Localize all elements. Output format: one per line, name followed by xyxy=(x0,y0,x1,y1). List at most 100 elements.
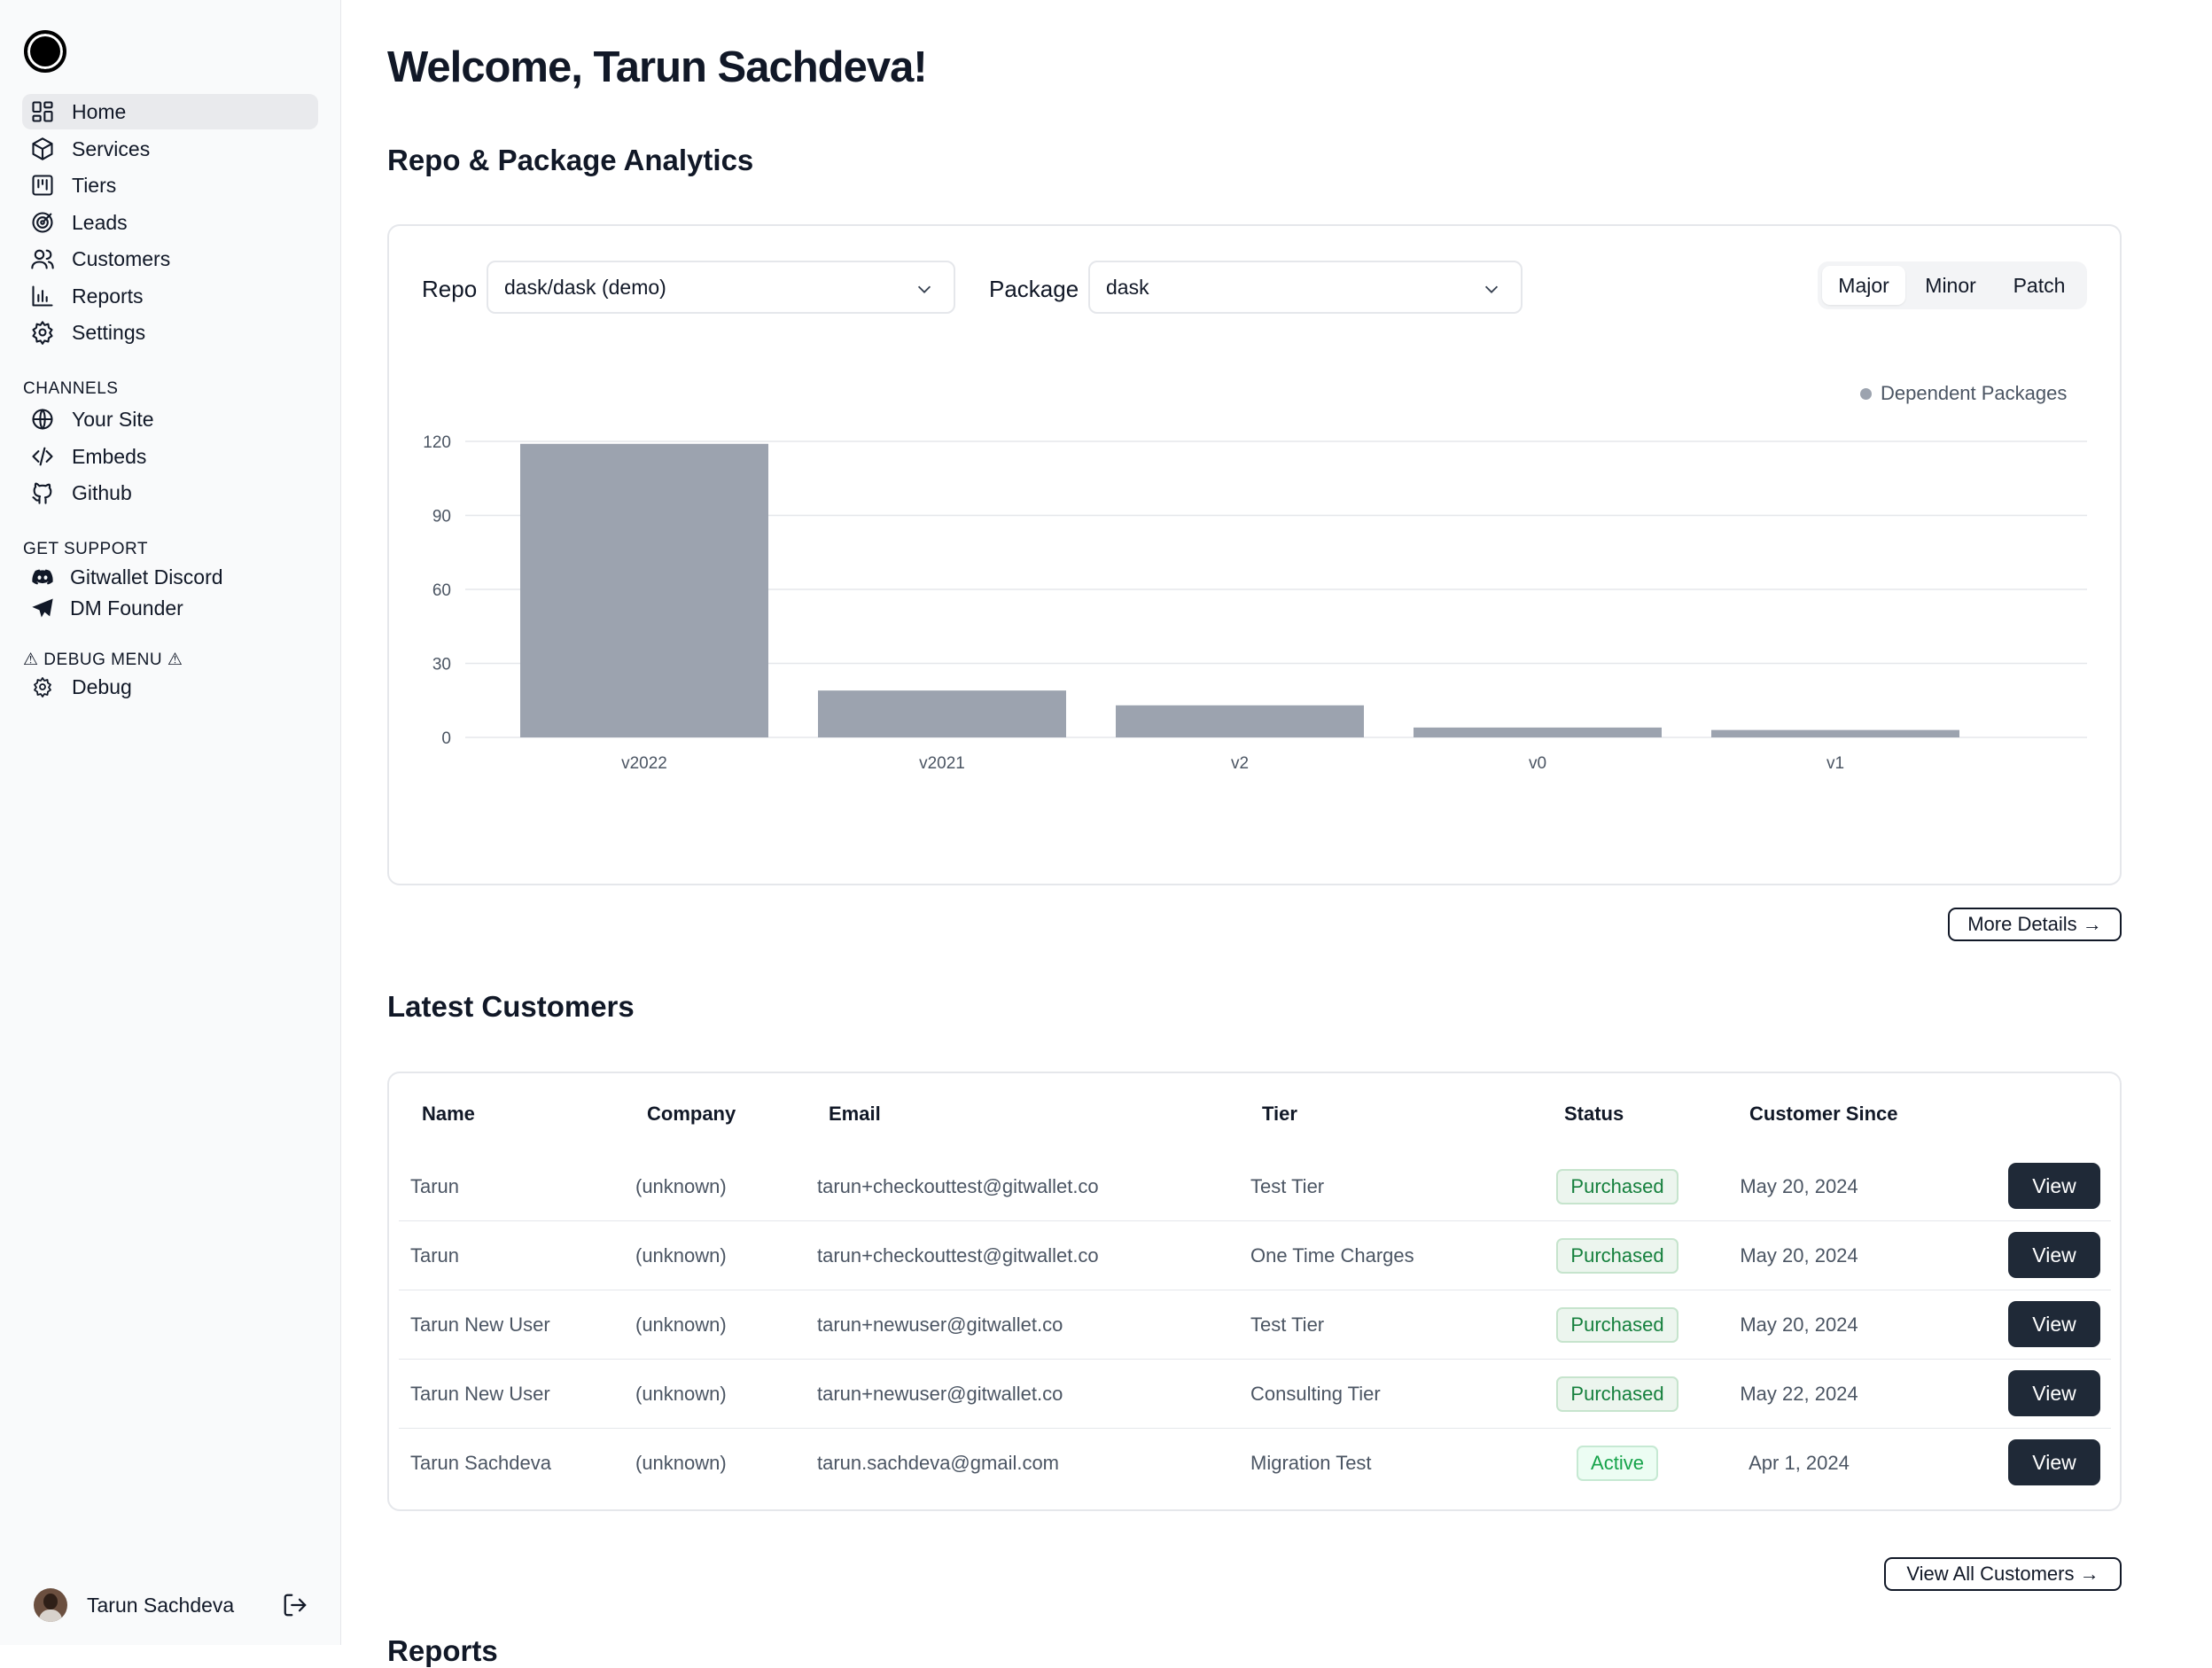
sidebar-item-label: Debug xyxy=(72,674,132,698)
tab-major[interactable]: Major xyxy=(1822,266,1906,305)
sidebar-item-label: Github xyxy=(72,480,132,504)
sidebar-item-label: Services xyxy=(72,136,151,160)
tab-patch[interactable]: Patch xyxy=(1996,266,2083,305)
debug-heading: ⚠ DEBUG MENU ⚠ xyxy=(23,651,183,669)
sidebar-item-label: Leads xyxy=(72,210,128,234)
version-granularity-toggle: Major Minor Patch xyxy=(1818,261,2087,309)
sidebar-item-embeds[interactable]: Embeds xyxy=(22,439,318,474)
support-heading: GET SUPPORT xyxy=(23,540,148,558)
users-icon xyxy=(29,246,56,272)
view-customer-button[interactable]: View xyxy=(2008,1232,2100,1278)
github-icon xyxy=(29,479,56,506)
cell-customer-since: May 20, 2024 xyxy=(1740,1175,1858,1197)
discord-icon xyxy=(29,564,56,590)
sidebar-item-label: Customers xyxy=(72,246,171,270)
analytics-heading: Repo & Package Analytics xyxy=(387,144,754,176)
tab-minor[interactable]: Minor xyxy=(1905,266,1996,305)
view-all-customers-button[interactable]: View All Customers → xyxy=(1884,1557,2122,1591)
view-customer-button[interactable]: View xyxy=(2008,1370,2100,1416)
cell-name: Tarun xyxy=(410,1244,460,1267)
sidebar-item-label: Home xyxy=(72,99,127,123)
dependents-bar-chart: 0 30 60 90 120 v2022 v2021 v2 v0 v1 xyxy=(423,433,2087,773)
cell-status: Purchased xyxy=(1531,1290,1703,1360)
app-logo[interactable] xyxy=(24,30,66,73)
bar-chart-icon xyxy=(29,283,56,309)
reports-heading: Reports xyxy=(387,1634,498,1667)
y-tick-label: 0 xyxy=(441,729,451,748)
view-customer-button[interactable]: View xyxy=(2008,1301,2100,1347)
y-tick-label: 120 xyxy=(423,433,451,452)
user-profile[interactable]: Tarun Sachdeva xyxy=(34,1587,317,1623)
cell-company: (unknown) xyxy=(635,1383,727,1405)
cell-tier: Test Tier xyxy=(1250,1313,1325,1336)
sidebar-item-tiers[interactable]: Tiers xyxy=(22,168,318,203)
view-customer-button[interactable]: View xyxy=(2008,1163,2100,1209)
sidebar-item-github[interactable]: Github xyxy=(22,475,318,511)
cell-name: Tarun New User xyxy=(410,1313,550,1336)
package-label: Package xyxy=(989,276,1079,302)
avatar xyxy=(34,1588,67,1622)
sidebar-item-home[interactable]: Home xyxy=(22,94,318,129)
customers-heading: Latest Customers xyxy=(387,990,635,1023)
status-badge: Purchased xyxy=(1556,1376,1678,1412)
sidebar-item-debug[interactable]: Debug xyxy=(22,669,318,705)
status-badge: Purchased xyxy=(1556,1238,1678,1274)
sidebar-item-label: Your Site xyxy=(72,407,154,431)
column-header-customer-since: Customer Since xyxy=(1749,1103,1898,1125)
x-tick-label: v0 xyxy=(1529,754,1546,773)
sidebar-item-services[interactable]: Services xyxy=(22,131,318,167)
column-header-email: Email xyxy=(829,1103,881,1125)
repo-select[interactable]: dask/dask (demo) xyxy=(487,261,955,314)
package-select-value: dask xyxy=(1106,275,1149,299)
cell-company: (unknown) xyxy=(635,1244,727,1267)
more-details-button[interactable]: More Details → xyxy=(1948,908,2122,941)
chevron-down-icon xyxy=(915,279,934,299)
user-name: Tarun Sachdeva xyxy=(87,1593,235,1617)
x-tick-label: v2 xyxy=(1231,754,1249,773)
cell-customer-since: Apr 1, 2024 xyxy=(1749,1452,1850,1474)
cell-name: Tarun New User xyxy=(410,1383,550,1405)
x-tick-label: v1 xyxy=(1826,754,1844,773)
dashboard-grid-icon xyxy=(29,98,56,125)
sidebar-item-settings[interactable]: Settings xyxy=(22,315,318,350)
send-icon xyxy=(29,595,56,621)
logout-icon[interactable] xyxy=(282,1592,310,1620)
cell-email: tarun.sachdeva@gmail.com xyxy=(817,1452,1060,1474)
x-tick-label: v2022 xyxy=(621,754,667,773)
bar xyxy=(1116,705,1364,737)
table-row: Tarun (unknown) tarun+checkouttest@gitwa… xyxy=(399,1221,2111,1290)
code-icon xyxy=(29,443,56,470)
cell-email: tarun+checkouttest@gitwallet.co xyxy=(817,1244,1099,1267)
cell-name: Tarun Sachdeva xyxy=(410,1452,551,1474)
sidebar-item-customers[interactable]: Customers xyxy=(22,241,318,277)
sidebar-item-your-site[interactable]: Your Site xyxy=(22,401,318,437)
column-header-company: Company xyxy=(647,1103,736,1125)
sidebar-item-dm-founder[interactable]: DM Founder xyxy=(22,590,318,626)
cell-email: tarun+newuser@gitwallet.co xyxy=(817,1383,1063,1405)
view-customer-button[interactable]: View xyxy=(2008,1439,2100,1485)
column-header-name: Name xyxy=(422,1103,475,1125)
cell-email: tarun+checkouttest@gitwallet.co xyxy=(817,1175,1099,1197)
y-tick-label: 60 xyxy=(432,581,451,600)
status-badge: Purchased xyxy=(1556,1169,1678,1204)
chevron-down-icon xyxy=(1482,279,1501,299)
status-badge: Purchased xyxy=(1556,1307,1678,1343)
sidebar-item-label: Settings xyxy=(72,320,146,344)
sidebar-item-label: Gitwallet Discord xyxy=(70,565,223,588)
package-select[interactable]: dask xyxy=(1088,261,1523,314)
x-tick-label: v2021 xyxy=(919,754,965,773)
cell-status: Purchased xyxy=(1531,1152,1703,1221)
analytics-card: 0 30 60 90 120 v2022 v2021 v2 v0 v1 Repo dask/das… xyxy=(387,224,2122,885)
sidebar-item-label: Embeds xyxy=(72,444,147,468)
cell-customer-since: May 22, 2024 xyxy=(1740,1383,1858,1405)
sidebar-item-leads[interactable]: Leads xyxy=(22,205,318,240)
table-row: Tarun (unknown) tarun+checkouttest@gitwa… xyxy=(399,1152,2111,1221)
legend-label: Dependent Packages xyxy=(1881,382,2068,404)
cell-status: Purchased xyxy=(1531,1360,1703,1429)
cell-status: Purchased xyxy=(1531,1221,1703,1290)
sidebar: Home Services Tiers Leads Customers Repo… xyxy=(0,0,341,1645)
sidebar-item-reports[interactable]: Reports xyxy=(22,278,318,314)
cell-email: tarun+newuser@gitwallet.co xyxy=(817,1313,1063,1336)
sidebar-item-label: Reports xyxy=(72,284,144,308)
sidebar-item-gitwallet-discord[interactable]: Gitwallet Discord xyxy=(22,559,318,595)
